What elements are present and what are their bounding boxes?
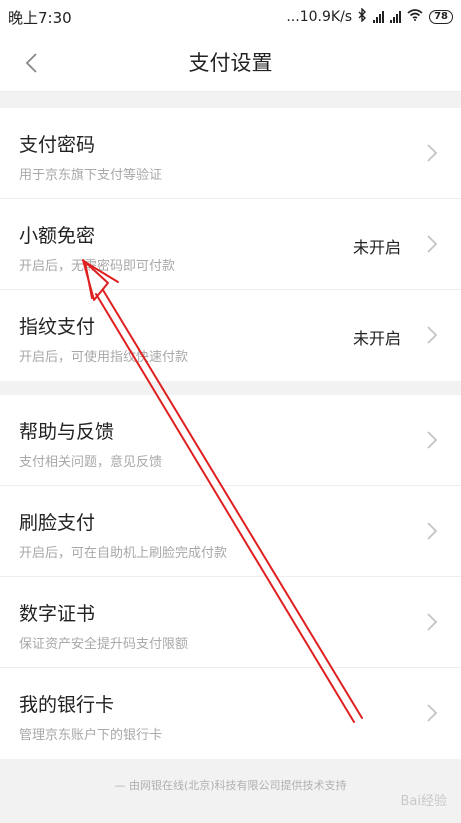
- row-face-payment[interactable]: 刷脸支付 开启后，可在自助机上刷脸完成付款: [0, 486, 461, 577]
- row-title: 我的银行卡: [19, 694, 115, 716]
- row-subtitle: 开启后，可使用指纹快速付款: [19, 350, 189, 365]
- battery-icon: 78: [429, 10, 453, 24]
- status-text: 未开启: [352, 238, 401, 257]
- signal-icon: [390, 11, 402, 23]
- row-subtitle: 开启后，可在自助机上刷脸完成付款: [19, 546, 228, 561]
- row-title: 小额免密: [19, 225, 96, 247]
- row-subtitle: 保证资产安全提升码支付限额: [19, 637, 189, 652]
- row-my-bank-cards[interactable]: 我的银行卡 管理京东账户下的银行卡: [0, 668, 461, 759]
- watermark-logo: Bai经验: [400, 794, 448, 809]
- row-title: 刷脸支付: [19, 512, 96, 534]
- row-help-feedback[interactable]: 帮助与反馈 支付相关问题，意见反馈: [0, 395, 461, 486]
- nav-bar: 支付设置: [0, 34, 461, 92]
- chevron-right-icon: [427, 613, 438, 631]
- status-text: 未开启: [352, 329, 401, 348]
- bluetooth-icon: [358, 7, 367, 26]
- status-indicators: ...10.9K/s 78: [286, 7, 453, 26]
- settings-section-other: 帮助与反馈 支付相关问题，意见反馈 刷脸支付 开启后，可在自助机上刷脸完成付款 …: [0, 395, 461, 759]
- row-fingerprint-payment[interactable]: 指纹支付 开启后，可使用指纹快速付款 未开启: [0, 290, 461, 381]
- status-bar: 晚上7:30 ...10.9K/s 78: [0, 0, 461, 34]
- chevron-right-icon: [427, 704, 438, 722]
- chevron-right-icon: [427, 144, 438, 162]
- footer-credit: — 由网银在线(北京)科技有限公司提供技术支持: [114, 779, 347, 792]
- row-title: 帮助与反馈: [19, 421, 115, 443]
- row-title: 数字证书: [19, 603, 96, 625]
- row-subtitle: 用于京东旗下支付等验证: [19, 168, 163, 183]
- chevron-right-icon: [427, 235, 438, 253]
- chevron-right-icon: [427, 431, 438, 449]
- row-digital-certificate[interactable]: 数字证书 保证资产安全提升码支付限额: [0, 577, 461, 668]
- row-subtitle: 支付相关问题，意见反馈: [19, 455, 163, 470]
- chevron-right-icon: [427, 522, 438, 540]
- status-time: 晚上7:30: [8, 8, 72, 27]
- page-title: 支付设置: [188, 51, 273, 75]
- network-speed: ...10.9K/s: [286, 9, 353, 25]
- settings-section-payment: 支付密码 用于京东旗下支付等验证 小额免密 开启后，无需密码即可付款 未开启 指…: [0, 108, 461, 381]
- row-subtitle: 管理京东账户下的银行卡: [19, 728, 163, 743]
- row-payment-password[interactable]: 支付密码 用于京东旗下支付等验证: [0, 108, 461, 199]
- wifi-icon: [407, 9, 423, 25]
- chevron-right-icon: [427, 326, 438, 344]
- row-title: 支付密码: [19, 134, 96, 156]
- row-subtitle: 开启后，无需密码即可付款: [19, 259, 176, 274]
- signal-icon: [373, 11, 385, 23]
- row-small-amount-no-password[interactable]: 小额免密 开启后，无需密码即可付款 未开启: [0, 199, 461, 290]
- row-title: 指纹支付: [19, 316, 96, 338]
